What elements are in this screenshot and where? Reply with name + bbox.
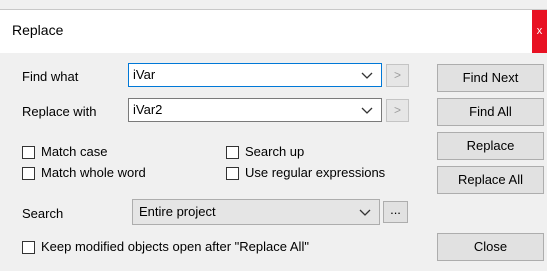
use-regex-checkbox[interactable]: [226, 167, 239, 180]
find-what-label: Find what: [22, 69, 79, 84]
replace-with-combobox[interactable]: iVar2: [128, 98, 382, 122]
find-next-button[interactable]: Find Next: [437, 64, 544, 92]
replace-with-value: iVar2: [133, 102, 163, 117]
search-up-label[interactable]: Search up: [245, 144, 304, 159]
match-whole-word-label[interactable]: Match whole word: [41, 165, 146, 180]
close-icon[interactable]: x: [532, 10, 547, 53]
replace-all-button[interactable]: Replace All: [437, 166, 544, 194]
search-up-checkbox[interactable]: [226, 146, 239, 159]
keep-open-checkbox[interactable]: [22, 241, 35, 254]
replace-with-label: Replace with: [22, 104, 97, 119]
find-all-button[interactable]: Find All: [437, 98, 544, 126]
search-scope-value: Entire project: [139, 204, 216, 219]
find-what-value: iVar: [133, 67, 156, 82]
find-what-combobox[interactable]: iVar: [128, 63, 382, 87]
close-button[interactable]: Close: [437, 233, 544, 261]
chevron-down-icon[interactable]: [361, 104, 373, 116]
match-case-checkbox[interactable]: [22, 146, 35, 159]
search-scope-label: Search: [22, 206, 64, 221]
replace-history-button[interactable]: >: [386, 99, 409, 122]
chevron-down-icon[interactable]: [361, 69, 373, 81]
title-bar: [0, 10, 547, 53]
match-whole-word-checkbox[interactable]: [22, 167, 35, 180]
match-case-label[interactable]: Match case: [41, 144, 107, 159]
search-scope-select[interactable]: Entire project: [132, 199, 380, 225]
browse-scope-button[interactable]: ...: [383, 201, 408, 223]
use-regex-label[interactable]: Use regular expressions: [245, 165, 385, 180]
dialog-title: Replace: [12, 22, 64, 38]
find-history-button[interactable]: >: [386, 64, 409, 87]
chevron-down-icon[interactable]: [359, 206, 371, 218]
replace-button[interactable]: Replace: [437, 132, 544, 160]
keep-open-label[interactable]: Keep modified objects open after "Replac…: [41, 239, 309, 254]
